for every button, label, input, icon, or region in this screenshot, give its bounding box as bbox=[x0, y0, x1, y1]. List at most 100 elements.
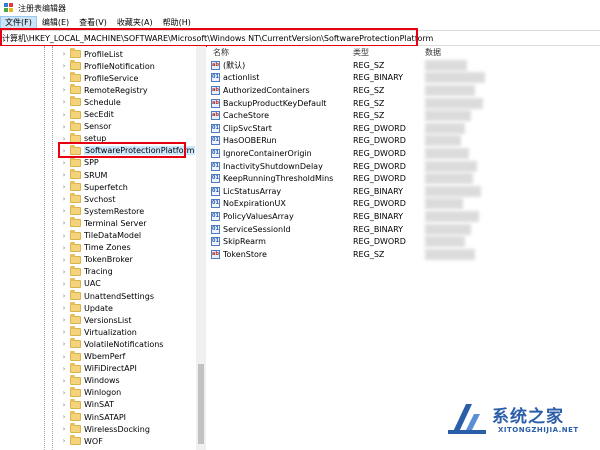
tree-item[interactable]: › Terminal Server bbox=[60, 217, 147, 229]
expand-chevron-icon[interactable]: › bbox=[60, 74, 68, 82]
expand-chevron-icon[interactable]: › bbox=[60, 413, 68, 421]
expand-chevron-icon[interactable]: › bbox=[60, 377, 68, 385]
tree-item[interactable]: › WinSATAPI bbox=[60, 411, 126, 423]
value-row[interactable]: ab AuthorizedContainers REG_SZ bbox=[207, 84, 600, 97]
value-row[interactable]: 01 ClipSvcStart REG_DWORD bbox=[207, 122, 600, 135]
tree-item[interactable]: › setup bbox=[60, 132, 106, 145]
value-row[interactable]: ab CacheStore REG_SZ bbox=[207, 109, 600, 122]
value-row[interactable]: 01 SkipRearm REG_DWORD bbox=[207, 235, 600, 248]
value-row[interactable]: 01 LicStatusArray REG_BINARY bbox=[207, 185, 600, 198]
expand-chevron-icon[interactable]: › bbox=[60, 147, 68, 155]
expand-chevron-icon[interactable]: › bbox=[60, 437, 68, 445]
values-pane[interactable]: 名称 类型 数据 ab (默认) REG_SZ 01 actionlist REG_BIN… bbox=[207, 46, 600, 450]
tree-item[interactable]: › Time Zones bbox=[60, 241, 131, 254]
expand-chevron-icon[interactable]: › bbox=[60, 316, 68, 324]
expand-chevron-icon[interactable]: › bbox=[60, 401, 68, 409]
menu-edit[interactable]: 编辑(E) bbox=[37, 16, 74, 30]
expand-chevron-icon[interactable]: › bbox=[60, 365, 68, 373]
expand-chevron-icon[interactable]: › bbox=[60, 135, 68, 143]
expand-chevron-icon[interactable]: › bbox=[60, 219, 68, 227]
tree-item[interactable]: › TileDataModel bbox=[60, 229, 141, 242]
expand-chevron-icon[interactable]: › bbox=[60, 389, 68, 397]
column-name-header[interactable]: 名称 bbox=[213, 47, 229, 58]
tree-item[interactable]: › Windows bbox=[60, 374, 120, 387]
column-data-header[interactable]: 数据 bbox=[425, 47, 441, 58]
tree-item[interactable]: › ProfileNotification bbox=[60, 60, 155, 72]
expand-chevron-icon[interactable]: › bbox=[60, 207, 68, 215]
expand-chevron-icon[interactable]: › bbox=[60, 98, 68, 106]
value-row[interactable]: 01 actionlist REG_BINARY bbox=[207, 72, 600, 85]
tree-item[interactable]: › UnattendSettings bbox=[60, 290, 154, 302]
tree-item[interactable]: › SPP bbox=[60, 156, 99, 169]
tree-item-selected[interactable]: › SoftwareProtectionPlatform bbox=[60, 144, 196, 157]
address-bar[interactable]: 计算机\HKEY_LOCAL_MACHINE\SOFTWARE\Microsof… bbox=[0, 30, 600, 46]
expand-chevron-icon[interactable]: › bbox=[60, 353, 68, 361]
tree-item[interactable]: › Svchost bbox=[60, 193, 115, 205]
expand-chevron-icon[interactable]: › bbox=[60, 86, 68, 94]
tree-item[interactable]: › ProfileService bbox=[60, 72, 138, 84]
value-row[interactable]: 01 InactivityShutdownDelay REG_DWORD bbox=[207, 160, 600, 173]
value-row[interactable]: 01 NoExpirationUX REG_DWORD bbox=[207, 198, 600, 211]
menu-help[interactable]: 帮助(H) bbox=[158, 16, 196, 30]
tree-item[interactable]: › Superfetch bbox=[60, 181, 128, 193]
tree-item[interactable]: › UAC bbox=[60, 277, 101, 290]
expand-chevron-icon[interactable]: › bbox=[60, 268, 68, 276]
tree-item[interactable]: › TokenBroker bbox=[60, 253, 133, 266]
expand-chevron-icon[interactable]: › bbox=[60, 256, 68, 264]
value-row[interactable]: ab BackupProductKeyDefault REG_SZ bbox=[207, 97, 600, 110]
tree-item-label: Svchost bbox=[84, 194, 116, 204]
expand-chevron-icon[interactable]: › bbox=[60, 195, 68, 203]
expand-chevron-icon[interactable]: › bbox=[60, 292, 68, 300]
tree-item[interactable]: › ProfileList bbox=[60, 48, 123, 60]
value-name: NoExpirationUX bbox=[223, 199, 286, 209]
expand-chevron-icon[interactable]: › bbox=[60, 232, 68, 240]
tree-item[interactable]: › Winlogon bbox=[60, 386, 121, 399]
menu-file[interactable]: 文件(F) bbox=[0, 16, 37, 30]
tree-item[interactable]: › SRUM bbox=[60, 169, 107, 181]
value-type: REG_SZ bbox=[353, 85, 385, 95]
key-tree-pane[interactable]: › ProfileList › ProfileNotification › Profile… bbox=[0, 46, 206, 450]
expand-chevron-icon[interactable]: › bbox=[60, 50, 68, 58]
tree-scrollbar[interactable] bbox=[196, 46, 206, 450]
tree-item[interactable]: › Sensor bbox=[60, 120, 111, 133]
value-row[interactable]: 01 HasOOBERun REG_DWORD bbox=[207, 135, 600, 148]
expand-chevron-icon[interactable]: › bbox=[60, 340, 68, 348]
expand-chevron-icon[interactable]: › bbox=[60, 159, 68, 167]
tree-item[interactable]: › VersionsList bbox=[60, 314, 132, 326]
tree-item[interactable]: › WiFiDirectAPI bbox=[60, 362, 137, 375]
expand-chevron-icon[interactable]: › bbox=[60, 280, 68, 288]
tree-item-label: ProfileList bbox=[84, 49, 123, 59]
tree-item[interactable]: › WOF bbox=[60, 435, 103, 447]
tree-item[interactable]: › Update bbox=[60, 302, 113, 314]
expand-chevron-icon[interactable]: › bbox=[60, 62, 68, 70]
menu-favorites[interactable]: 收藏夹(A) bbox=[112, 16, 158, 30]
value-row[interactable]: 01 ServiceSessionId REG_BINARY bbox=[207, 223, 600, 236]
address-path[interactable]: 计算机\HKEY_LOCAL_MACHINE\SOFTWARE\Microsof… bbox=[2, 33, 433, 44]
value-row[interactable]: ab TokenStore REG_SZ bbox=[207, 248, 600, 261]
tree-item[interactable]: › WbemPerf bbox=[60, 350, 125, 363]
value-row[interactable]: 01 PolicyValuesArray REG_BINARY bbox=[207, 210, 600, 223]
column-type-header[interactable]: 类型 bbox=[353, 47, 369, 58]
tree-item[interactable]: › RemoteRegistry bbox=[60, 84, 148, 96]
expand-chevron-icon[interactable]: › bbox=[60, 111, 68, 119]
expand-chevron-icon[interactable]: › bbox=[60, 183, 68, 191]
value-row[interactable]: 01 KeepRunningThresholdMins REG_DWORD bbox=[207, 172, 600, 185]
expand-chevron-icon[interactable]: › bbox=[60, 304, 68, 312]
tree-item[interactable]: › SecEdit bbox=[60, 108, 114, 121]
tree-item[interactable]: › Schedule bbox=[60, 96, 121, 108]
tree-item[interactable]: › SystemRestore bbox=[60, 205, 144, 217]
tree-item[interactable]: › VolatileNotifications bbox=[60, 338, 163, 350]
expand-chevron-icon[interactable]: › bbox=[60, 123, 68, 131]
value-row[interactable]: ab (默认) REG_SZ bbox=[207, 59, 600, 72]
tree-scrollbar-thumb[interactable] bbox=[198, 364, 204, 444]
expand-chevron-icon[interactable]: › bbox=[60, 328, 68, 336]
tree-item[interactable]: › Tracing bbox=[60, 265, 113, 278]
value-row[interactable]: 01 IgnoreContainerOrigin REG_DWORD bbox=[207, 147, 600, 160]
expand-chevron-icon[interactable]: › bbox=[60, 425, 68, 433]
tree-item[interactable]: › Virtualization bbox=[60, 326, 137, 338]
expand-chevron-icon[interactable]: › bbox=[60, 244, 68, 252]
expand-chevron-icon[interactable]: › bbox=[60, 171, 68, 179]
tree-item[interactable]: › WinSAT bbox=[60, 398, 114, 411]
menu-view[interactable]: 查看(V) bbox=[74, 16, 112, 30]
tree-item[interactable]: › WirelessDocking bbox=[60, 423, 150, 435]
